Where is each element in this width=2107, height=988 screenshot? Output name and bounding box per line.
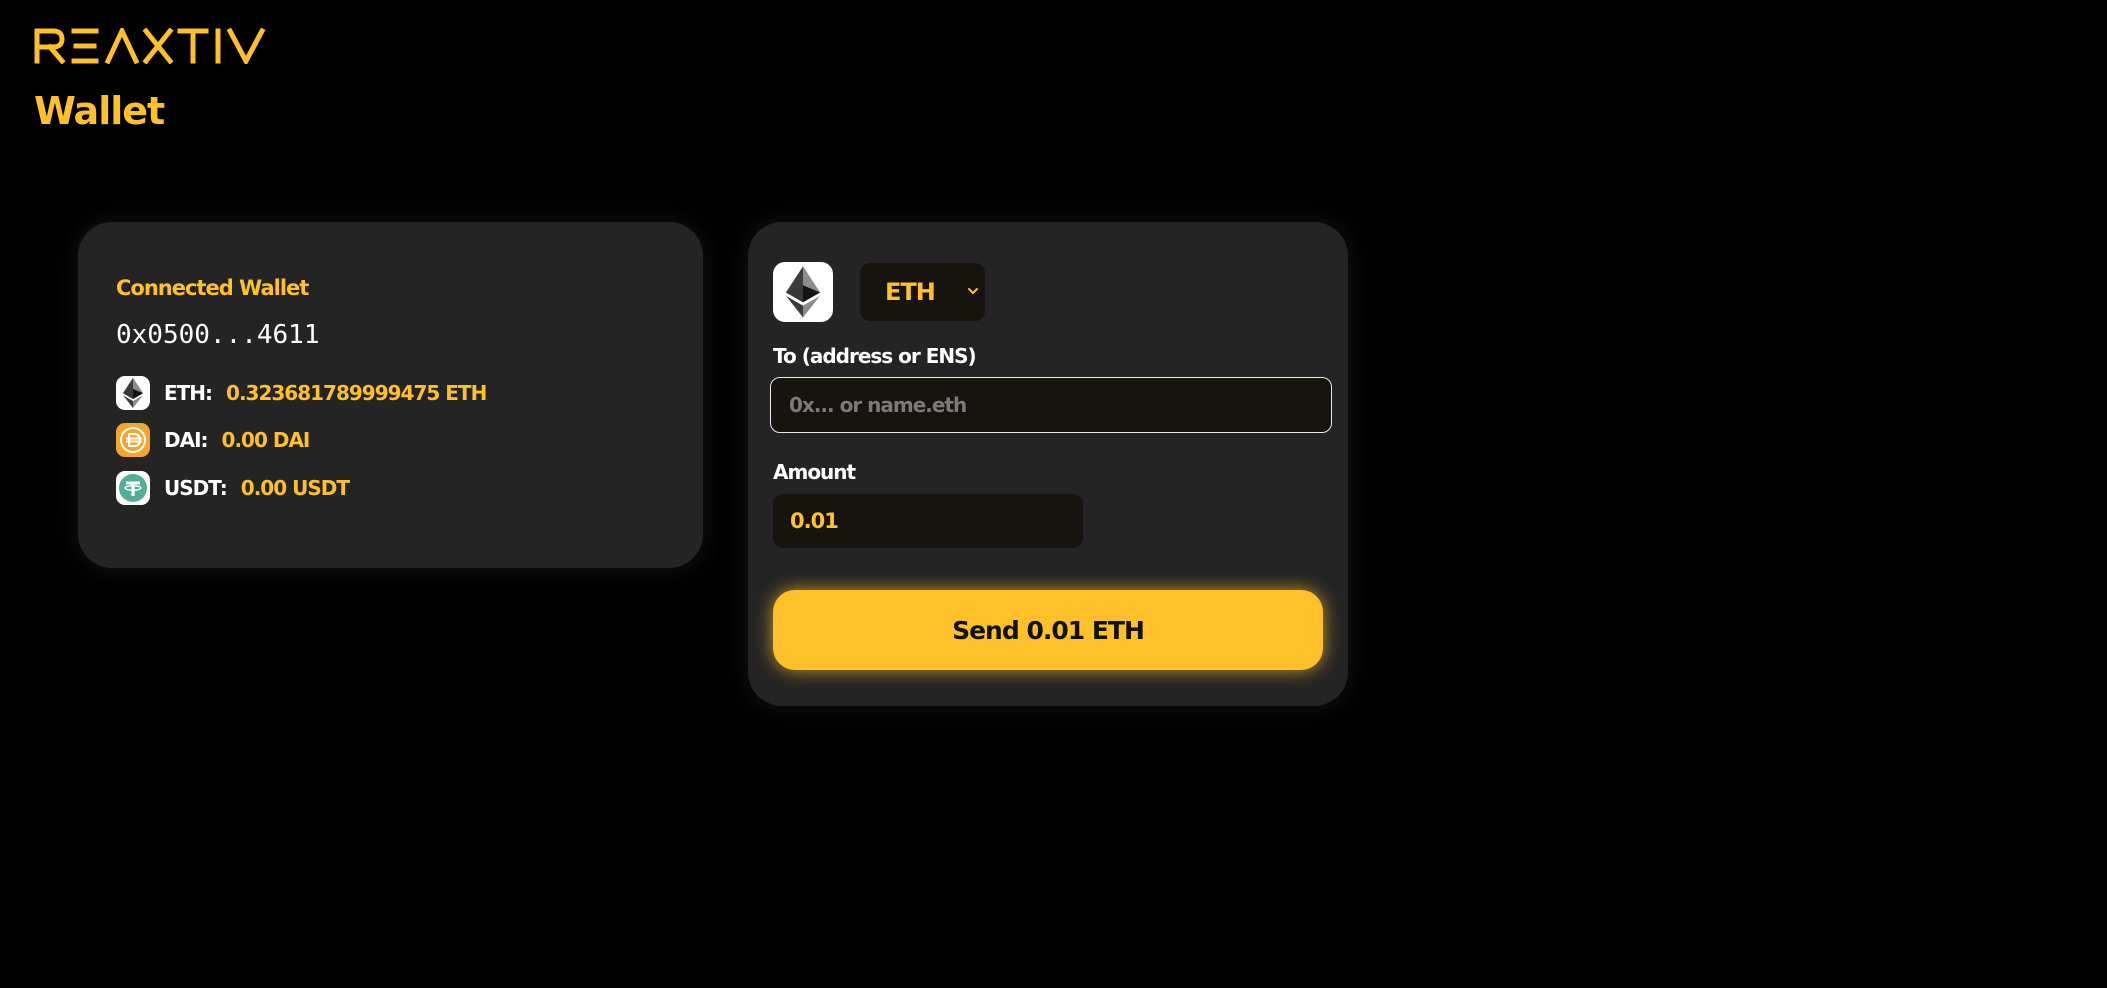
balance-row-usdt: USDT: 0.00 USDT bbox=[116, 470, 350, 506]
balance-symbol: ETH: bbox=[164, 381, 213, 405]
tether-icon bbox=[116, 471, 150, 505]
balance-value: 0.323681789999475 ETH bbox=[226, 381, 487, 405]
chevron-down-icon bbox=[968, 288, 978, 294]
wallet-page: Wallet Connected Wallet 0x0500...4611 ET… bbox=[0, 0, 2107, 988]
reaxtiv-logo bbox=[34, 28, 266, 64]
balance-symbol: USDT: bbox=[164, 476, 228, 500]
to-label: To (address or ENS) bbox=[773, 344, 977, 368]
token-select[interactable]: ETH bbox=[860, 263, 985, 321]
page-title: Wallet bbox=[34, 89, 165, 133]
dai-icon bbox=[116, 423, 150, 457]
balance-row-eth: ETH: 0.323681789999475 ETH bbox=[116, 375, 487, 411]
ethereum-icon bbox=[116, 376, 150, 410]
send-button[interactable]: Send 0.01 ETH bbox=[773, 590, 1323, 670]
balance-row-dai: DAI: 0.00 DAI bbox=[116, 422, 311, 458]
send-card: ETH To (address or ENS) Amount Send 0.01… bbox=[748, 222, 1348, 706]
ethereum-icon bbox=[773, 262, 833, 322]
connected-wallet-card: Connected Wallet 0x0500...4611 ETH: 0.32… bbox=[78, 222, 703, 568]
connected-wallet-label: Connected Wallet bbox=[116, 276, 309, 300]
token-select-value: ETH bbox=[885, 278, 936, 306]
recipient-input[interactable] bbox=[770, 377, 1332, 433]
amount-label: Amount bbox=[773, 460, 856, 484]
balance-value: 0.00 DAI bbox=[221, 428, 311, 452]
amount-input[interactable] bbox=[773, 494, 1083, 548]
balance-value: 0.00 USDT bbox=[240, 476, 350, 500]
wallet-address: 0x0500...4611 bbox=[116, 320, 320, 350]
balance-symbol: DAI: bbox=[164, 428, 209, 452]
